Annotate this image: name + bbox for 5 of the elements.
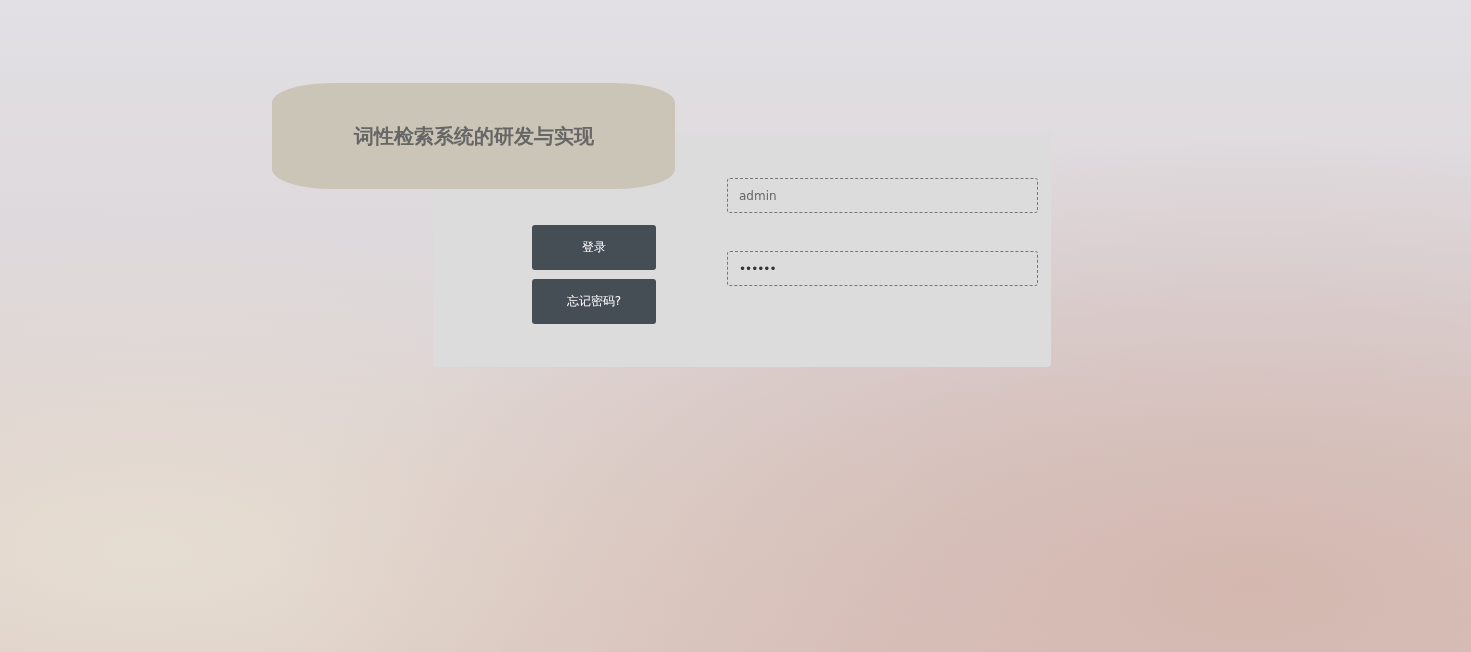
forgot-password-button[interactable]: 忘记密码? [532, 279, 656, 324]
system-title: 词性检索系统的研发与实现 [272, 83, 675, 189]
username-field[interactable]: admin [727, 178, 1038, 213]
login-button[interactable]: 登录 [532, 225, 656, 270]
password-field[interactable]: •••••• [727, 251, 1038, 286]
